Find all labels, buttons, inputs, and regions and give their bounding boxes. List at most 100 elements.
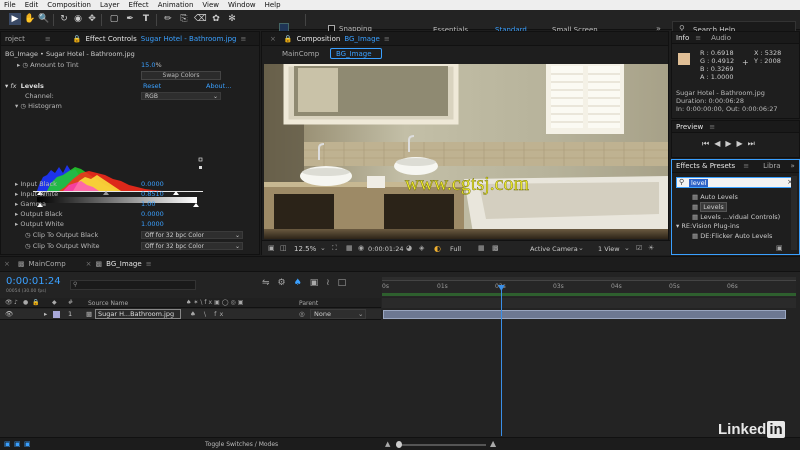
- safe-area-icon[interactable]: ◫: [280, 244, 287, 252]
- output-white-value[interactable]: 1.0000: [141, 219, 164, 229]
- chevron-right-icon[interactable]: ▸: [15, 210, 18, 218]
- play-icon[interactable]: ▶: [725, 139, 736, 148]
- type-tool-icon[interactable]: T: [140, 13, 152, 25]
- menu-composition[interactable]: Composition: [47, 1, 91, 9]
- pick-whip-icon[interactable]: ◎: [299, 310, 305, 318]
- last-frame-icon[interactable]: ⏭: [748, 139, 760, 148]
- graph-editor-icon[interactable]: □: [338, 278, 355, 288]
- timeline-zoom-slider[interactable]: [396, 444, 486, 446]
- tab-libraries[interactable]: Libra: [763, 162, 780, 170]
- brush-tool-icon[interactable]: ✏: [162, 13, 174, 25]
- selection-tool-icon[interactable]: ▶: [9, 13, 21, 25]
- frame-blending-icon[interactable]: ▣: [310, 278, 327, 288]
- chevron-down-icon[interactable]: ⌄: [578, 244, 584, 252]
- toggle-switches-modes-button[interactable]: Toggle Switches / Modes: [205, 441, 278, 448]
- effect-item-auto-levels[interactable]: ▦ Auto Levels: [692, 192, 780, 202]
- in-out-pane-icon[interactable]: ▣: [24, 440, 31, 448]
- parent-header[interactable]: Parent: [299, 300, 318, 307]
- chevron-down-icon[interactable]: ▾: [5, 82, 8, 90]
- rotate-tool-icon[interactable]: ↻: [58, 13, 70, 25]
- new-preset-icon[interactable]: ▣: [776, 244, 783, 252]
- menu-help[interactable]: Help: [265, 1, 281, 9]
- fx-badge[interactable]: fx: [10, 82, 16, 90]
- output-black-value[interactable]: 0.0000: [141, 209, 164, 219]
- timeline-search-input[interactable]: ⚲: [70, 280, 196, 290]
- clip-to-output-white-select[interactable]: Off for 32 bpc Color ⌄: [141, 242, 243, 250]
- transparency-grid-icon[interactable]: ▩: [492, 244, 499, 252]
- reset-link[interactable]: Reset: [143, 81, 161, 91]
- chevron-right-icon[interactable]: ▸: [15, 180, 18, 188]
- timeline-tab-maincomp[interactable]: MainComp: [29, 260, 66, 268]
- menu-view[interactable]: View: [202, 1, 219, 9]
- stopwatch-icon[interactable]: ◷: [20, 102, 26, 110]
- reset-exposure-icon[interactable]: ☑: [636, 244, 642, 252]
- menu-file[interactable]: File: [4, 1, 16, 9]
- draft-3d-icon[interactable]: ⚙: [278, 278, 294, 288]
- amount-to-tint-value[interactable]: 15.0%: [141, 60, 162, 70]
- zoom-out-icon[interactable]: ▲: [385, 440, 390, 448]
- zoom-tool-icon[interactable]: 🔍: [38, 13, 50, 25]
- grid-icon[interactable]: ▦: [346, 244, 353, 252]
- chevron-down-icon[interactable]: ⌄: [624, 244, 630, 252]
- panel-overflow-icon[interactable]: »: [791, 162, 795, 170]
- stopwatch-icon[interactable]: ◷: [25, 231, 31, 239]
- layer-label-color[interactable]: [53, 311, 60, 318]
- composition-viewer[interactable]: www.cgtsj.com: [264, 64, 668, 239]
- chevron-right-icon[interactable]: ▸: [17, 61, 20, 69]
- chevron-right-icon[interactable]: ▸: [15, 220, 18, 228]
- tab-info[interactable]: Info: [676, 34, 689, 42]
- roto-brush-tool-icon[interactable]: ✿: [210, 13, 222, 25]
- modes-pane-icon[interactable]: ▣: [14, 440, 21, 448]
- previous-frame-icon[interactable]: ◀: [714, 139, 725, 148]
- fit-icon[interactable]: ⛶: [332, 244, 337, 253]
- motion-blur-icon[interactable]: ≀: [326, 278, 337, 288]
- timeline-zoom-handle[interactable]: [396, 441, 402, 448]
- camera-snapshot-icon[interactable]: ◕: [406, 244, 412, 252]
- chevron-down-icon[interactable]: ▾: [15, 102, 18, 110]
- effect-item-deflicker[interactable]: ▦ DE:Flicker Auto Levels: [692, 232, 772, 240]
- menu-layer[interactable]: Layer: [100, 1, 120, 9]
- tab-project[interactable]: roject: [5, 35, 25, 43]
- eye-icon[interactable]: 👁: [5, 310, 13, 318]
- pen-tool-icon[interactable]: ✒: [124, 13, 136, 25]
- tab-effect-controls-label[interactable]: Effect Controls: [85, 35, 136, 43]
- about-link[interactable]: About...: [206, 81, 231, 91]
- first-frame-icon[interactable]: ⏮: [702, 139, 714, 148]
- work-area-bar[interactable]: [382, 293, 796, 296]
- effect-item-levels-individual[interactable]: ▦ Levels ...vidual Controls): [692, 212, 780, 222]
- resolution-select[interactable]: Full: [450, 245, 461, 253]
- layer-duration-bar[interactable]: [383, 310, 786, 319]
- effects-search-input[interactable]: ⚲ level ×: [676, 177, 797, 188]
- pan-behind-tool-icon[interactable]: ✥: [86, 13, 98, 25]
- time-ruler[interactable]: 0s 01s 02s 03s 04s 05s 06s: [382, 277, 796, 297]
- view-layout-select[interactable]: 1 View: [598, 245, 620, 253]
- tab-audio[interactable]: Audio: [711, 34, 731, 42]
- menu-window[interactable]: Window: [228, 1, 256, 9]
- effects-scrollbar[interactable]: [791, 176, 797, 250]
- chevron-right-icon[interactable]: ▸: [44, 310, 47, 318]
- effects-category-revision[interactable]: ▾ RE:Vision Plug-ins: [676, 222, 739, 230]
- hand-tool-icon[interactable]: ✋: [24, 13, 36, 25]
- show-snapshot-icon[interactable]: ◈: [419, 244, 424, 252]
- chevron-right-icon[interactable]: ▸: [15, 190, 18, 198]
- eraser-tool-icon[interactable]: ⌫: [194, 13, 207, 25]
- switches-pane-icon[interactable]: ▣: [4, 440, 11, 448]
- viewer-timecode[interactable]: 0:00:01:24: [368, 245, 404, 253]
- comp-breadcrumb-bg-image[interactable]: BG_Image: [336, 50, 372, 58]
- layer-switches[interactable]: ♠ \ fx: [190, 310, 226, 318]
- chevron-right-icon[interactable]: ▸: [15, 200, 18, 208]
- tab-preview[interactable]: Preview: [676, 123, 703, 131]
- source-name-header[interactable]: Source Name: [88, 300, 128, 307]
- zoom-in-icon[interactable]: ▲: [490, 439, 496, 448]
- gamma-value[interactable]: 1.00: [141, 199, 155, 209]
- next-frame-icon[interactable]: ▶: [737, 139, 748, 148]
- color-channels-icon[interactable]: ◐: [434, 244, 441, 253]
- menu-effect[interactable]: Effect: [129, 1, 149, 9]
- always-preview-icon[interactable]: ▣: [268, 244, 275, 252]
- channel-select[interactable]: RGB ⌄: [141, 92, 221, 100]
- stopwatch-icon[interactable]: ◷: [22, 61, 28, 69]
- exposure-icon[interactable]: ☀: [648, 244, 654, 252]
- tab-composition-label[interactable]: Composition: [297, 35, 341, 43]
- playhead[interactable]: [500, 285, 502, 436]
- table-row[interactable]: 👁 ▸ 1 ▩ Sugar H...Bathroom.jpg ♠ \ fx ◎ …: [0, 309, 381, 320]
